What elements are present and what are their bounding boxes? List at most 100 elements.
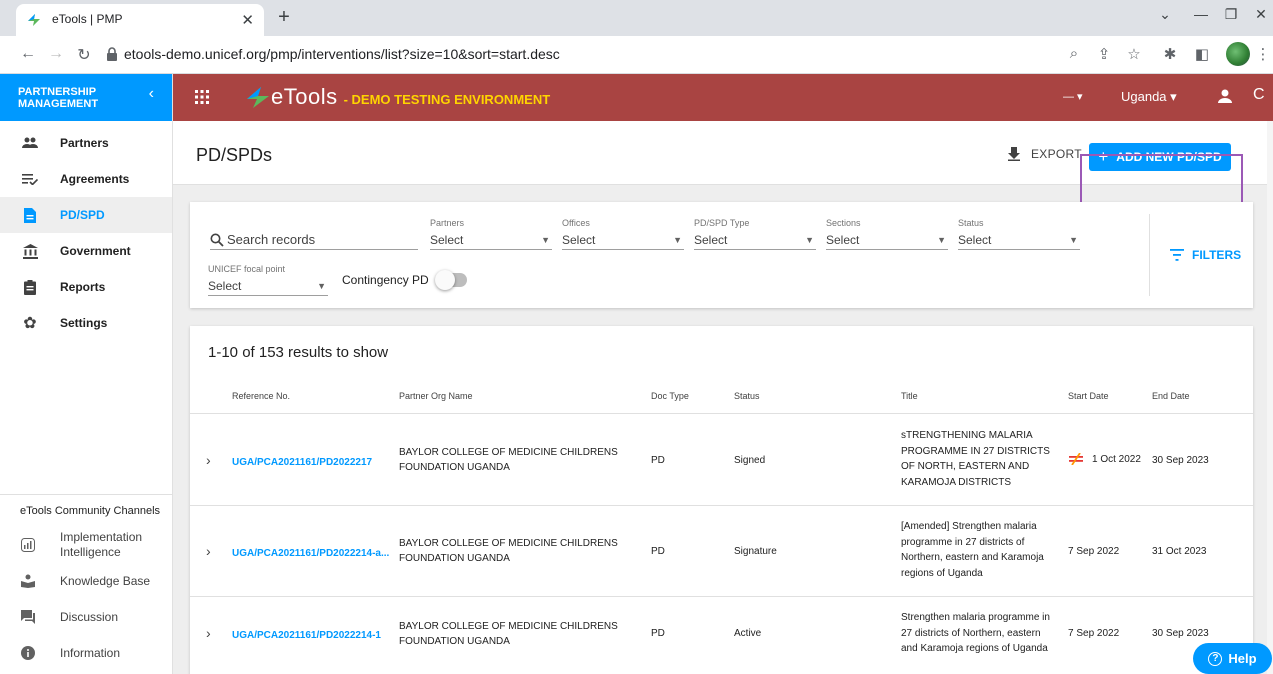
start-date: 7 Sep 2022 [1068,628,1120,639]
community-header: eTools Community Channels [20,505,161,517]
select-label: PD/SPD Type [694,218,750,228]
sidebar-item-reports[interactable]: Reports [0,269,172,305]
results-count: 1-10 of 153 results to show [208,344,389,361]
sidebar-item-label: Agreements [60,172,130,186]
title-value: Strengthen malaria programme in 27 distr… [901,612,1050,654]
browser-menu-icon[interactable]: ⋮ [1253,45,1273,63]
document-icon [22,207,38,223]
table-row[interactable]: › UGA/PCA2021161/PD2022214-1 BAYLOR COLL… [190,597,1253,674]
unicef-focal-point-select[interactable]: UNICEF focal point Select ▼ [208,264,328,296]
bookmark-star-icon[interactable]: ☆ [1124,45,1144,63]
window-close-icon[interactable]: ✕ [1246,6,1273,23]
column-header-title[interactable]: Title [901,391,918,401]
status-value: Signed [734,455,766,466]
partner-name: BAYLOR COLLEGE OF MEDICINE CHILDRENS FOU… [399,621,618,647]
zoom-icon[interactable]: ⌕ [1064,45,1084,62]
share-icon[interactable]: ⇪ [1094,45,1114,63]
url-field[interactable]: etools-demo.unicef.org/pmp/interventions… [124,46,560,62]
close-tab-icon[interactable]: ✕ [241,11,254,29]
back-icon[interactable]: ← [18,45,38,63]
new-tab-icon[interactable]: + [272,6,296,29]
community-channels: eTools Community Channels Implementation… [0,494,172,671]
table-row[interactable]: › UGA/PCA2021161/PD2022214-a... BAYLOR C… [190,506,1253,597]
page-scrollbar[interactable] [1267,121,1273,674]
discussion-icon [20,609,36,625]
column-header-end-date[interactable]: End Date [1152,391,1190,401]
offices-select[interactable]: Offices Select ▼ [562,218,684,250]
reload-icon[interactable]: ↻ [74,45,94,65]
forward-icon[interactable]: → [46,45,66,63]
expand-row-icon[interactable]: › [206,452,211,468]
extensions-icon[interactable]: ✱ [1160,45,1180,63]
status-select[interactable]: Status Select ▼ [958,218,1080,250]
side-panel-icon[interactable]: ◧ [1192,45,1212,63]
etools-brand[interactable]: eTools - DEMO TESTING ENVIRONMENT [247,84,550,110]
collapse-sidebar-icon[interactable]: ‹ [149,86,154,102]
sidebar-item-label: Government [60,244,131,258]
select-value: Select [430,232,464,247]
title-value: sTRENGTHENING MALARIA PROGRAMME IN 27 DI… [901,430,1050,488]
results-card: 1-10 of 153 results to show Reference No… [190,326,1253,674]
sections-select[interactable]: Sections Select ▼ [826,218,948,250]
sidebar-item-pd-spd[interactable]: PD/SPD [0,197,172,233]
community-item-discussion[interactable]: Discussion [0,599,172,635]
export-button[interactable]: EXPORT [1007,147,1082,161]
people-icon [22,135,38,151]
tab-search-icon[interactable]: ⌄ [1150,6,1180,23]
partners-select[interactable]: Partners Select ▼ [430,218,552,250]
page-header: PD/SPDs EXPORT + ADD NEW PD/SPD [173,121,1273,210]
filter-icon [1170,249,1184,261]
lock-icon [107,47,117,61]
agreements-icon [22,171,38,187]
expand-row-icon[interactable]: › [206,543,211,559]
column-header-reference[interactable]: Reference No. [232,391,290,401]
sidebar-item-government[interactable]: Government [0,233,172,269]
end-date: 31 Oct 2023 [1152,546,1207,557]
etools-favicon-icon [28,14,40,26]
info-icon [20,645,36,661]
refresh-icon[interactable]: C [1253,86,1265,104]
table-header: Reference No. Partner Org Name Doc Type … [190,386,1253,414]
reference-link[interactable]: UGA/PCA2021161/PD2022214-a... [232,548,389,559]
community-item-implementation[interactable]: Implementation Intelligence [0,527,172,563]
contingency-toggle[interactable] [434,270,467,290]
column-header-start-date[interactable]: Start Date [1068,391,1109,401]
select-label: Sections [826,218,861,228]
pd-spd-type-select[interactable]: PD/SPD Type Select ▼ [694,218,816,250]
country-dropdown[interactable]: Uganda ▾ [1121,89,1177,105]
filters-button[interactable]: FILTERS [1170,248,1241,262]
sidebar-item-partners[interactable]: Partners [0,125,172,161]
select-value: Select [208,278,242,293]
community-item-knowledge-base[interactable]: Knowledge Base [0,563,172,599]
table-row[interactable]: › UGA/PCA2021161/PD2022217 BAYLOR COLLEG… [190,415,1253,506]
etools-logo-icon [247,87,269,108]
sidebar-item-label: PD/SPD [60,208,105,222]
sidebar-item-label: Settings [60,316,108,330]
status-value: Signature [734,546,777,557]
office-dropdown[interactable]: — ▾ [1063,90,1083,103]
end-date: 30 Sep 2023 [1152,455,1209,466]
help-button[interactable]: ? Help [1193,643,1272,674]
sidebar-item-settings[interactable]: ✿ Settings [0,305,172,341]
community-item-information[interactable]: Information [0,635,172,671]
column-header-status[interactable]: Status [734,391,760,401]
apps-grid-icon[interactable] [195,90,209,104]
status-value: Active [734,628,762,639]
user-icon[interactable] [1217,88,1233,104]
minimize-icon[interactable]: — [1186,6,1216,22]
sidebar-item-agreements[interactable]: Agreements [0,161,172,197]
reference-link[interactable]: UGA/PCA2021161/PD2022217 [232,457,372,468]
column-header-partner[interactable]: Partner Org Name [399,391,473,401]
search-input[interactable]: Search records [210,230,418,250]
community-item-label: Discussion [60,610,119,624]
reference-link[interactable]: UGA/PCA2021161/PD2022214-1 [232,630,381,641]
select-value: Select [694,232,728,247]
restore-icon[interactable]: ❐ [1216,6,1246,23]
help-label: Help [1228,651,1257,666]
browser-tab[interactable]: eTools | PMP ✕ [16,4,264,36]
chevron-down-icon: ▼ [937,234,946,245]
column-header-doc-type[interactable]: Doc Type [651,391,689,401]
profile-avatar[interactable] [1226,42,1250,66]
contingency-label: Contingency PD [342,273,429,287]
expand-row-icon[interactable]: › [206,625,211,641]
